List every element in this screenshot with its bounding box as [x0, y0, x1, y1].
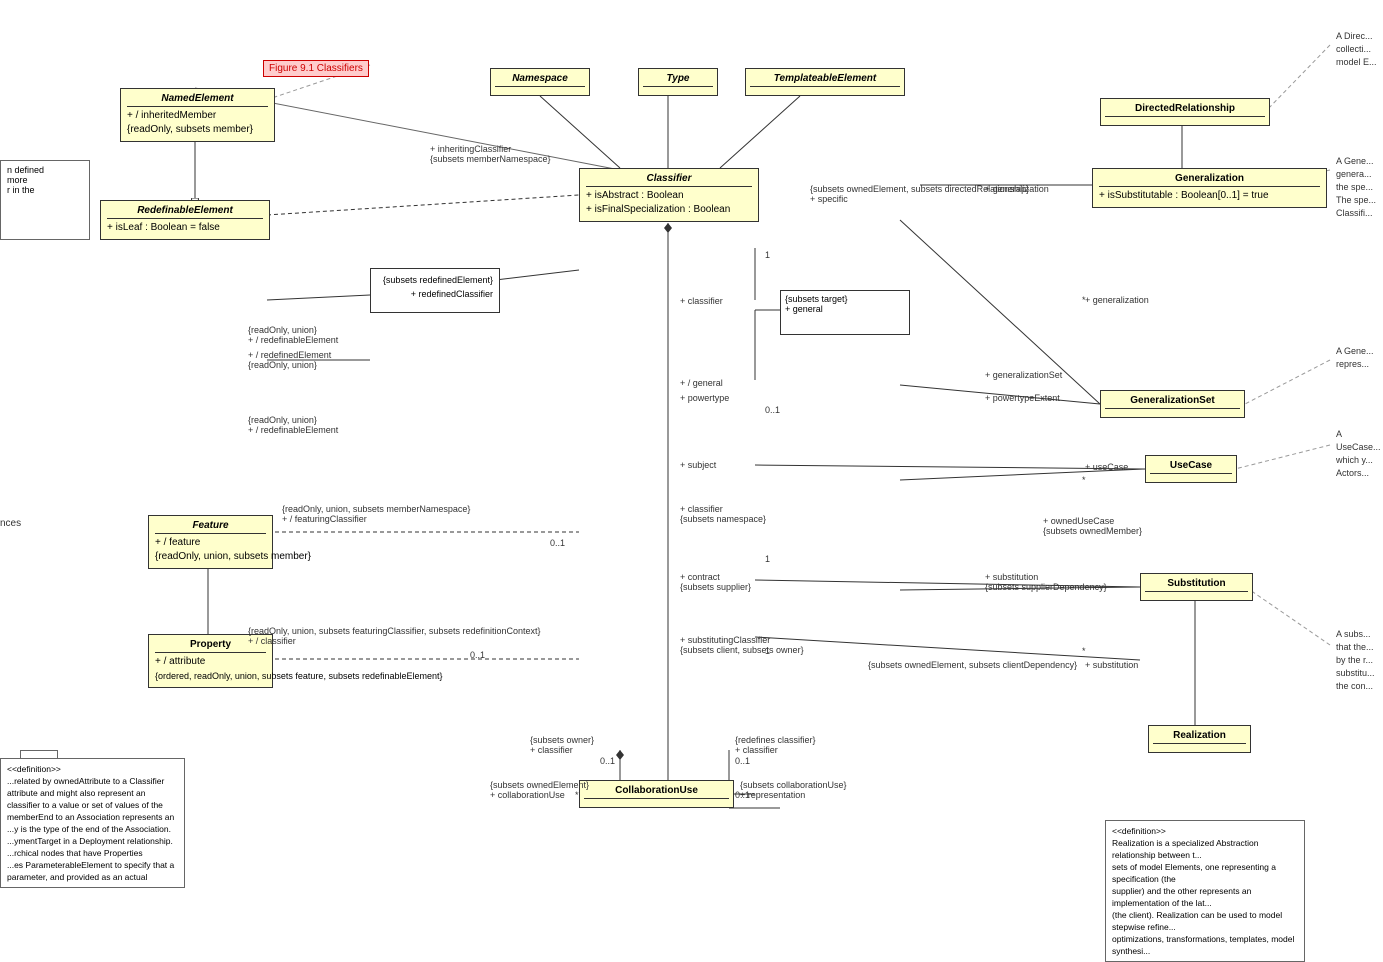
label-1-gen: 1 [765, 250, 770, 260]
generalization-set-box: GeneralizationSet [1100, 390, 1245, 418]
label-1-subst: 1 [765, 646, 770, 656]
label-generalization: + generalization [985, 184, 1049, 194]
right-note-usecase: A UseCase... which y... Actors... [1336, 428, 1383, 480]
figure-label: Figure 9.1 Classifiers [263, 60, 369, 77]
use-case-box: UseCase [1145, 455, 1237, 483]
substitution-title: Substitution [1145, 578, 1248, 592]
label-classifier: + classifier [680, 296, 723, 306]
label-01-powertype: 0..1 [765, 405, 780, 415]
bottom-left-note: <<definition>> ...related by ownedAttrib… [0, 758, 185, 888]
label-redefines-classifier: {redefines classifier}+ classifier [735, 735, 816, 755]
label-subst2: + substitution [1085, 660, 1138, 670]
label-readOnly-union2: {readOnly, union}+ / redefinableElement [248, 415, 338, 435]
feature-title: Feature [155, 520, 266, 534]
label-inheriting-classifier: + inheritingClassifier{subsets memberNam… [430, 144, 551, 164]
left-note-1: n defined more r in the [0, 160, 90, 240]
directed-relationship-box: DirectedRelationship [1100, 98, 1270, 126]
redefined-classifier-box: {subsets redefinedElement} + redefinedCl… [370, 268, 500, 313]
label-generalization2: + generalization [1085, 295, 1149, 305]
collaboration-use-title: CollaborationUse [584, 785, 729, 799]
label-star-gen: * [1082, 295, 1086, 305]
label-star-subst2: * [1082, 646, 1086, 656]
type-title: Type [643, 73, 713, 87]
generalization-title: Generalization [1099, 173, 1320, 187]
classifier-title: Classifier [586, 173, 752, 187]
label-01-attr: 0..1 [470, 650, 485, 660]
label-owned-usecase: + ownedUseCase{subsets ownedMember} [1043, 516, 1142, 536]
templateable-element-box: TemplateableElement [745, 68, 905, 96]
label-star-uc: * [1082, 475, 1086, 485]
named-element-title: NamedElement [127, 93, 268, 107]
collaboration-use-box: CollaborationUse [579, 780, 734, 808]
redefinable-element-title: RedefinableElement [107, 205, 263, 219]
substitution-box: Substitution [1140, 573, 1253, 601]
named-element-box: NamedElement + / inheritedMember {readOn… [120, 88, 275, 142]
generalization-box: Generalization + isSubstitutable : Boole… [1092, 168, 1327, 208]
namespace-box: Namespace [490, 68, 590, 96]
label-redefined-element: + / redefinedElement{readOnly, union} [248, 340, 331, 370]
label-usecase: + useCase [1085, 462, 1128, 472]
label-01-featuring: 0..1 [550, 538, 565, 548]
label-subsets-collab: {subsets collaborationUse}+ representati… [740, 780, 847, 800]
realization-definition-note: <<definition>> Realization is a speciali… [1105, 820, 1305, 962]
type-box: Type [638, 68, 718, 96]
label-01-left: 0..1 [600, 756, 615, 766]
label-subst-ownedElement: {subsets ownedElement, subsets clientDep… [868, 660, 1077, 670]
use-case-title: UseCase [1150, 460, 1232, 474]
redefinable-element-box: RedefinableElement + isLeaf : Boolean = … [100, 200, 270, 240]
label-subject: + subject [680, 460, 716, 470]
label-generalization-set: + generalizationSet [985, 370, 1062, 380]
label-powertypeextent: + powertypeExtent [985, 393, 1060, 403]
right-note-directed: A Direc... collecti... model E... [1336, 30, 1377, 69]
feature-box: Feature + / feature {readOnly, union, su… [148, 515, 273, 569]
nces-label: nces [0, 518, 21, 529]
right-note-generalization: A Gene... genera... the spe... The spe..… [1336, 155, 1376, 220]
label-01-collab: 0..1 [735, 790, 750, 800]
label-classifier-namespace: + classifier{subsets namespace} [680, 504, 766, 524]
realization-title: Realization [1153, 730, 1246, 744]
namespace-title: Namespace [495, 73, 585, 87]
right-note-genset: A Gene... repres... [1336, 345, 1374, 371]
directed-relationship-title: DirectedRelationship [1105, 103, 1265, 117]
label-general: + / general [680, 378, 723, 388]
right-note-substitution: A subs... that the... by the r... substi… [1336, 628, 1375, 693]
label-star-collab: * [575, 790, 579, 800]
realization-box: Realization [1148, 725, 1251, 753]
label-contract: + contract{subsets supplier} [680, 572, 751, 592]
label-1-contract: 1 [765, 554, 770, 564]
classifier-box: Classifier + isAbstract : Boolean + isFi… [579, 168, 759, 222]
label-01-right: 0..1 [735, 756, 750, 766]
label-substitution: + substitution{subsets supplierDependenc… [985, 572, 1107, 592]
label-substituting-classifier: + substitutingClassifier{subsets client,… [680, 635, 804, 655]
label-powertype: + powertype [680, 393, 729, 403]
general-classifier-box: {subsets target} + general [780, 290, 910, 335]
generalization-set-title: GeneralizationSet [1105, 395, 1240, 409]
label-subsets-owner: {subsets owner}+ classifier [530, 735, 594, 755]
label-readOnly-union-ns: {readOnly, union, subsets memberNamespac… [282, 504, 470, 524]
templateable-element-title: TemplateableElement [750, 73, 900, 87]
label-readOnly-union-redef: {readOnly, union, subsets featuringClass… [248, 626, 541, 646]
